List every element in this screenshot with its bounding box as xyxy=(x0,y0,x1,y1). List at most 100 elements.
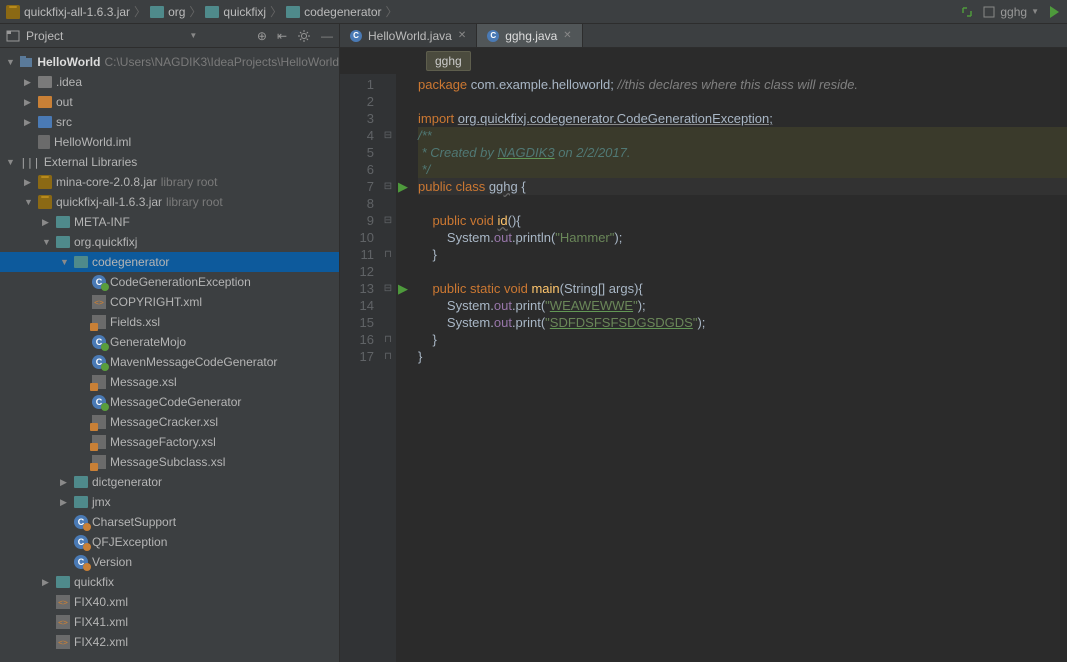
tree-item[interactable]: CMessageCodeGenerator xyxy=(0,392,339,412)
tree-item[interactable]: CMavenMessageCodeGenerator xyxy=(0,352,339,372)
editor-breadcrumb: gghg xyxy=(340,48,1067,74)
tree-item[interactable]: ▶ dictgenerator xyxy=(0,472,339,492)
code-line[interactable]: /** xyxy=(418,127,1067,144)
tree-item[interactable]: ▶mina-core-2.0.8.jar library root xyxy=(0,172,339,192)
sync-icon[interactable] xyxy=(960,5,974,19)
expand-arrow-icon[interactable]: ▶ xyxy=(42,577,52,588)
code-line[interactable]: System.out.print("SDFDSFSFSDGSDGDS"); xyxy=(418,314,1067,331)
expand-arrow-icon[interactable]: ▼ xyxy=(6,57,15,67)
chevron-right-icon: 〉 xyxy=(134,3,146,20)
tree-item[interactable]: HelloWorld.iml xyxy=(0,132,339,152)
tree-item[interactable]: CGenerateMojo xyxy=(0,332,339,352)
tree-item[interactable]: CCodeGenerationException xyxy=(0,272,339,292)
expand-arrow-icon[interactable]: ▶ xyxy=(24,97,34,108)
tree-item-label: dictgenerator xyxy=(92,475,162,489)
tree-item[interactable]: <>COPYRIGHT.xml xyxy=(0,292,339,312)
breadcrumb: quickfixj-all-1.6.3.jar〉org〉quickfixj〉co… xyxy=(6,3,398,20)
editor-tab[interactable]: CHelloWorld.java✕ xyxy=(340,24,477,47)
tree-item[interactable]: ▶META-INF xyxy=(0,212,339,232)
breadcrumb-item[interactable]: quickfixj〉 xyxy=(205,3,282,20)
editor-tab[interactable]: Cgghg.java✕ xyxy=(477,24,582,47)
tree-item[interactable]: MessageSubclass.xsl xyxy=(0,452,339,472)
code-line[interactable]: System.out.print("WEAWEWWE"); xyxy=(418,297,1067,314)
expand-arrow-icon[interactable]: ▶ xyxy=(24,117,34,128)
folder-icon xyxy=(74,256,88,268)
class-icon: C xyxy=(74,555,88,569)
code-line[interactable]: } xyxy=(418,246,1067,263)
fold-icon[interactable]: ⊓ xyxy=(384,246,392,263)
expand-arrow-icon[interactable]: ▶ xyxy=(60,477,70,488)
code-line[interactable] xyxy=(418,263,1067,280)
breadcrumb-item[interactable]: codegenerator〉 xyxy=(286,3,397,20)
tree-item[interactable]: <>FIX42.xml xyxy=(0,632,339,652)
tree-item[interactable]: ▶src xyxy=(0,112,339,132)
breadcrumb-item[interactable]: quickfixj-all-1.6.3.jar〉 xyxy=(6,3,146,20)
code-line[interactable]: public void id(){ xyxy=(418,212,1067,229)
fold-icon[interactable]: ⊟ xyxy=(384,212,392,229)
expand-arrow-icon[interactable]: ▶ xyxy=(60,497,70,508)
code-area[interactable]: 1234567891011121314151617 ⊟⊟⊟⊓⊟⊓⊓ ▶▶ pac… xyxy=(340,74,1067,662)
expand-arrow-icon[interactable]: ▶ xyxy=(42,217,52,228)
run-line-icon[interactable]: ▶ xyxy=(398,280,408,297)
code-text[interactable]: package com.example.helloworld; //this d… xyxy=(410,74,1067,662)
tree-item[interactable]: ▶out xyxy=(0,92,339,112)
tree-item[interactable]: Fields.xsl xyxy=(0,312,339,332)
code-line[interactable] xyxy=(418,195,1067,212)
code-line[interactable]: */ xyxy=(418,161,1067,178)
code-line[interactable]: import org.quickfixj.codegenerator.CodeG… xyxy=(418,110,1067,127)
tree-item[interactable]: ▼quickfixj-all-1.6.3.jar library root xyxy=(0,192,339,212)
code-line[interactable]: * Created by NAGDIK3 on 2/2/2017. xyxy=(418,144,1067,161)
breadcrumb-item[interactable]: org〉 xyxy=(150,3,201,20)
tree-item[interactable]: ▼org.quickfixj xyxy=(0,232,339,252)
tree-item[interactable]: ▶jmx xyxy=(0,492,339,512)
tree-item-label: FIX41.xml xyxy=(74,615,128,629)
tree-item[interactable]: ▼codegenerator xyxy=(0,252,339,272)
fold-icon[interactable]: ⊟ xyxy=(384,178,392,195)
collapse-icon[interactable]: ⇤ xyxy=(277,29,287,43)
locate-icon[interactable]: ⊕ xyxy=(257,29,267,43)
code-line[interactable] xyxy=(418,93,1067,110)
tree-item[interactable]: CVersion xyxy=(0,552,339,572)
fold-icon[interactable]: ⊓ xyxy=(384,348,392,365)
tree-item[interactable]: ▶quickfix xyxy=(0,572,339,592)
code-line[interactable]: public class gghg { xyxy=(418,178,1067,195)
tree-item[interactable]: CCharsetSupport xyxy=(0,512,339,532)
fold-icon[interactable]: ⊟ xyxy=(384,280,392,297)
expand-arrow-icon[interactable]: ▼ xyxy=(60,257,70,267)
class-icon: C xyxy=(92,355,106,369)
fold-icon[interactable]: ⊓ xyxy=(384,331,392,348)
tree-item[interactable]: ▼|||External Libraries xyxy=(0,152,339,172)
expand-arrow-icon[interactable]: ▼ xyxy=(42,237,52,247)
tree-item[interactable]: CQFJException xyxy=(0,532,339,552)
expand-arrow-icon[interactable]: ▼ xyxy=(24,197,34,207)
run-icon[interactable] xyxy=(1047,5,1061,19)
close-icon[interactable]: ✕ xyxy=(458,30,466,41)
run-gutter[interactable]: ▶▶ xyxy=(396,74,410,662)
run-config-selector[interactable]: gghg ▼ xyxy=(982,5,1039,19)
fold-gutter[interactable]: ⊟⊟⊟⊓⊟⊓⊓ xyxy=(380,74,396,662)
tree-item-label: HelloWorld.iml xyxy=(54,135,131,149)
code-line[interactable]: public static void main(String[] args){ xyxy=(418,280,1067,297)
tree-item[interactable]: MessageFactory.xsl xyxy=(0,432,339,452)
hide-icon[interactable]: — xyxy=(321,29,333,43)
chevron-down-icon[interactable]: ▼ xyxy=(189,31,197,40)
close-icon[interactable]: ✕ xyxy=(563,30,571,41)
tree-item[interactable]: <>FIX40.xml xyxy=(0,592,339,612)
fold-icon[interactable]: ⊟ xyxy=(384,127,392,144)
tree-item[interactable]: ▼HelloWorld C:\Users\NAGDIK3\IdeaProject… xyxy=(0,52,339,72)
gear-icon[interactable] xyxy=(297,29,311,43)
expand-arrow-icon[interactable]: ▶ xyxy=(24,177,34,188)
tree-item[interactable]: Message.xsl xyxy=(0,372,339,392)
code-line[interactable]: System.out.println("Hammer"); xyxy=(418,229,1067,246)
code-line[interactable]: } xyxy=(418,331,1067,348)
code-line[interactable]: package com.example.helloworld; //this d… xyxy=(418,76,1067,93)
expand-arrow-icon[interactable]: ▼ xyxy=(6,157,16,167)
expand-arrow-icon[interactable]: ▶ xyxy=(24,77,34,88)
tree-item[interactable]: <>FIX41.xml xyxy=(0,612,339,632)
code-line[interactable]: } xyxy=(418,348,1067,365)
run-line-icon[interactable]: ▶ xyxy=(398,178,408,195)
editor-crumb-tag[interactable]: gghg xyxy=(426,51,471,71)
tree-item[interactable]: ▶.idea xyxy=(0,72,339,92)
project-tree[interactable]: ▼HelloWorld C:\Users\NAGDIK3\IdeaProject… xyxy=(0,48,339,662)
tree-item[interactable]: MessageCracker.xsl xyxy=(0,412,339,432)
